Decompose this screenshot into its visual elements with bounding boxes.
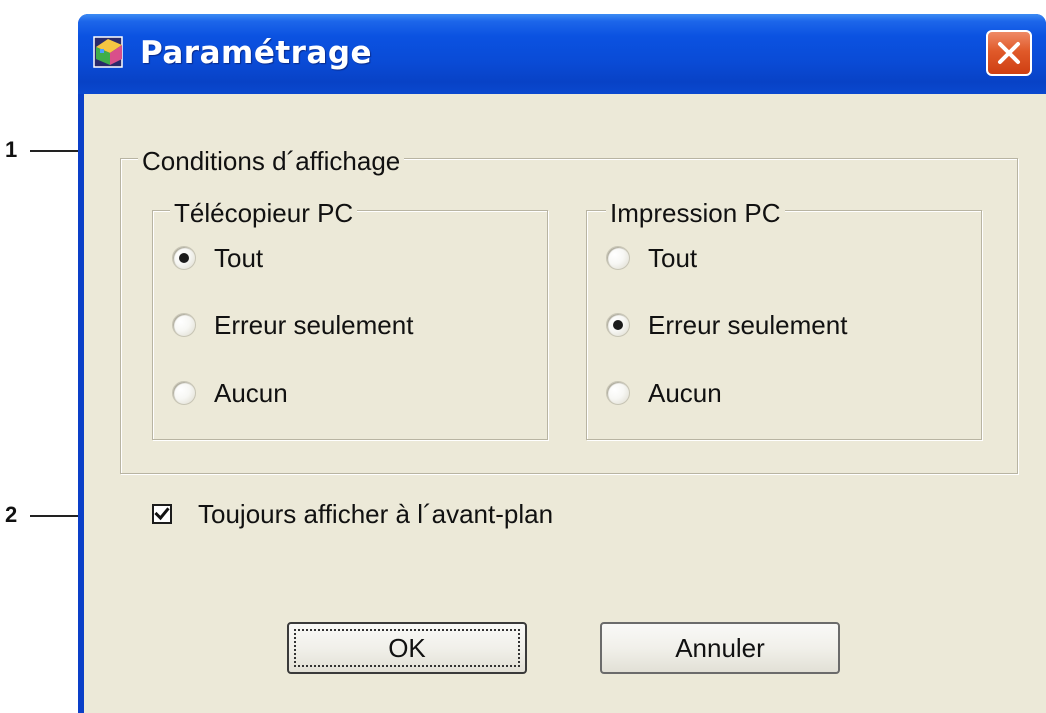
close-icon — [998, 42, 1020, 64]
dialog-body: Conditions d´affichage Télécopieur PC To… — [84, 94, 1046, 713]
radio-circle — [172, 381, 196, 405]
radio-label: Tout — [214, 243, 264, 273]
radio-circle — [172, 313, 196, 337]
document-figure: 1 2 Paramétrage Conditions d´affichage T… — [0, 0, 1046, 713]
fax-group-label: Télécopieur PC — [170, 198, 358, 228]
print-radio-none[interactable]: Aucun — [606, 378, 722, 408]
print-group-label: Impression PC — [606, 198, 785, 228]
window-title: Paramétrage — [140, 35, 373, 71]
callout-number-2: 2 — [5, 502, 18, 527]
checkbox-box — [152, 504, 172, 524]
focus-ring — [294, 629, 520, 667]
radio-label: Tout — [648, 243, 698, 273]
radio-circle — [606, 381, 630, 405]
fax-radio-none[interactable]: Aucun — [172, 378, 288, 408]
radio-circle — [606, 313, 630, 337]
fax-radio-errors-only[interactable]: Erreur seulement — [172, 310, 413, 340]
cancel-button-label: Annuler — [675, 632, 765, 663]
radio-label: Aucun — [648, 378, 722, 408]
callout-number-1: 1 — [5, 137, 18, 162]
radio-label: Erreur seulement — [214, 310, 414, 340]
app-icon — [92, 33, 128, 71]
always-on-top-checkbox[interactable]: Toujours afficher à l´avant-plan — [152, 499, 553, 529]
always-on-top-label: Toujours afficher à l´avant-plan — [198, 499, 554, 529]
checkmark-icon — [154, 507, 170, 521]
print-radio-errors-only[interactable]: Erreur seulement — [606, 310, 847, 340]
print-radio-all[interactable]: Tout — [606, 243, 697, 273]
cancel-button[interactable]: Annuler — [600, 622, 840, 674]
ok-button[interactable]: OK — [287, 622, 527, 674]
title-bar[interactable]: Paramétrage — [78, 14, 1046, 94]
fax-radio-all[interactable]: Tout — [172, 243, 263, 273]
radio-label: Aucun — [214, 378, 288, 408]
close-button[interactable] — [986, 30, 1032, 76]
radio-circle — [172, 246, 196, 270]
radio-label: Erreur seulement — [648, 310, 848, 340]
radio-circle — [606, 246, 630, 270]
display-conditions-label: Conditions d´affichage — [138, 146, 405, 176]
settings-dialog: Paramétrage Conditions d´affichage Téléc… — [78, 14, 1046, 713]
